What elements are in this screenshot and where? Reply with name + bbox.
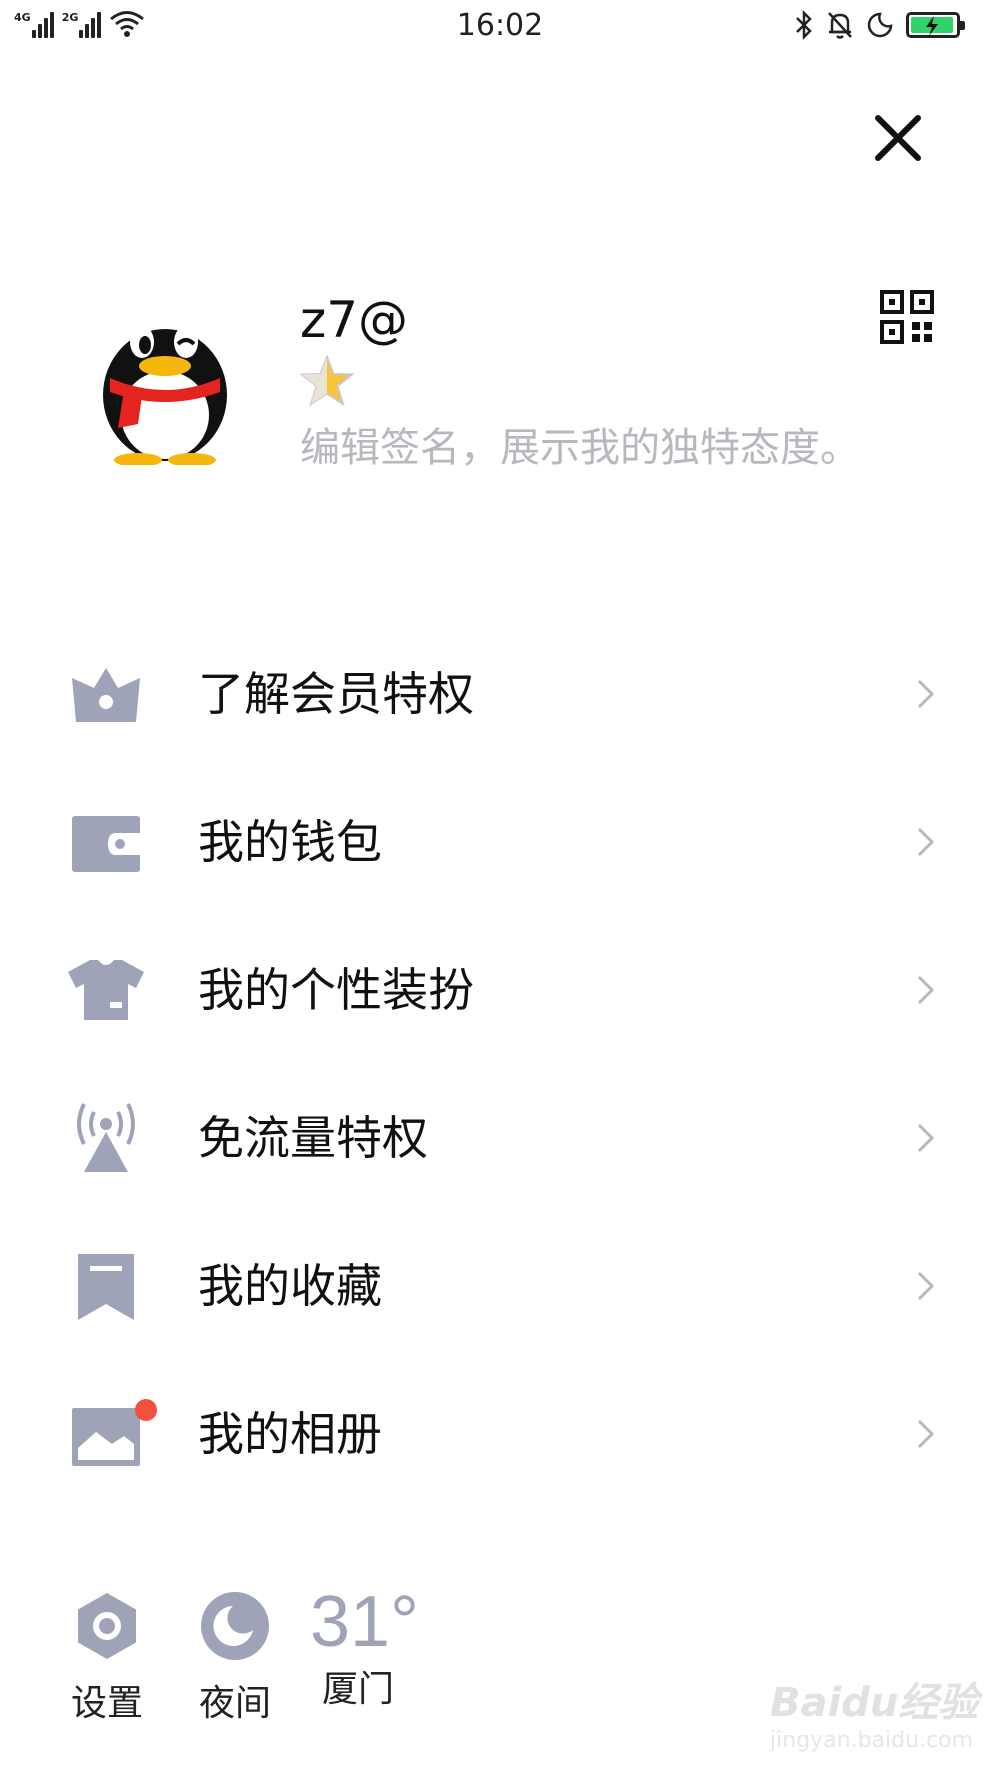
weather-temperature: 31° [310, 1582, 419, 1662]
level-badge[interactable] [299, 354, 355, 407]
night-mode-button[interactable]: 夜间 [180, 1590, 290, 1726]
close-icon [875, 115, 921, 161]
watermark-url: jingyan.baidu.com [770, 1728, 974, 1753]
chevron-right-icon [917, 827, 935, 857]
settings-button[interactable]: 设置 [52, 1590, 162, 1726]
star-icon [299, 354, 355, 407]
menu-item-album[interactable]: 我的相册 [0, 1360, 1000, 1508]
menu-item-label: 我的相册 [198, 1407, 382, 1461]
chevron-right-icon [917, 1419, 935, 1449]
signature-text[interactable]: 编辑签名，展示我的独特态度。 [300, 422, 860, 474]
chevron-right-icon [917, 1271, 935, 1301]
bookmark-icon [78, 1254, 134, 1320]
notification-dot [135, 1399, 157, 1421]
menu-item-label: 我的收藏 [198, 1259, 382, 1313]
chevron-right-icon [917, 975, 935, 1005]
shirt-icon [68, 960, 144, 1020]
broadcast-tower-icon [77, 1103, 135, 1172]
settings-label: 设置 [70, 1683, 143, 1724]
chevron-right-icon [917, 1123, 935, 1153]
night-mode-icon [201, 1592, 269, 1660]
menu-item-wallet[interactable]: 我的钱包 [0, 768, 1000, 916]
menu-item-label: 我的个性装扮 [198, 963, 474, 1017]
menu-item-label: 了解会员特权 [198, 667, 474, 721]
mute-bell-icon [828, 12, 852, 39]
menu-item-vip[interactable]: 了解会员特权 [0, 620, 1000, 768]
moon-icon [867, 12, 893, 38]
qq-penguin-avatar-icon [103, 326, 227, 467]
watermark-logo: Baidu经验 [770, 1680, 979, 1726]
menu-item-free-data[interactable]: 免流量特权 [0, 1064, 1000, 1212]
qr-code-icon [880, 290, 934, 344]
crown-icon [72, 668, 140, 722]
profile-name[interactable]: z7@ [300, 290, 408, 350]
qr-code-button[interactable] [880, 290, 934, 344]
avatar[interactable] [90, 300, 240, 467]
weather-city: 厦门 [322, 1669, 395, 1710]
album-icon [72, 1399, 157, 1466]
battery-icon [906, 12, 965, 38]
menu-item-label: 我的钱包 [198, 815, 382, 869]
bluetooth-icon [796, 10, 812, 40]
status-bar: 4G 2G 16:02 [0, 0, 1000, 56]
menu-list: 了解会员特权 我的钱包 我的个性装扮 免流量特权 我的收藏 我的相册 [0, 620, 1000, 1508]
gear-icon [78, 1593, 136, 1659]
night-mode-label: 夜间 [198, 1683, 271, 1724]
status-icons [794, 10, 965, 40]
menu-item-favorites[interactable]: 我的收藏 [0, 1212, 1000, 1360]
menu-item-label: 免流量特权 [198, 1111, 428, 1165]
weather-widget[interactable]: 31° 厦门 [310, 1580, 440, 1712]
wallet-icon [72, 816, 140, 872]
close-button[interactable] [868, 108, 928, 168]
menu-item-personalize[interactable]: 我的个性装扮 [0, 916, 1000, 1064]
chevron-right-icon [917, 679, 935, 709]
